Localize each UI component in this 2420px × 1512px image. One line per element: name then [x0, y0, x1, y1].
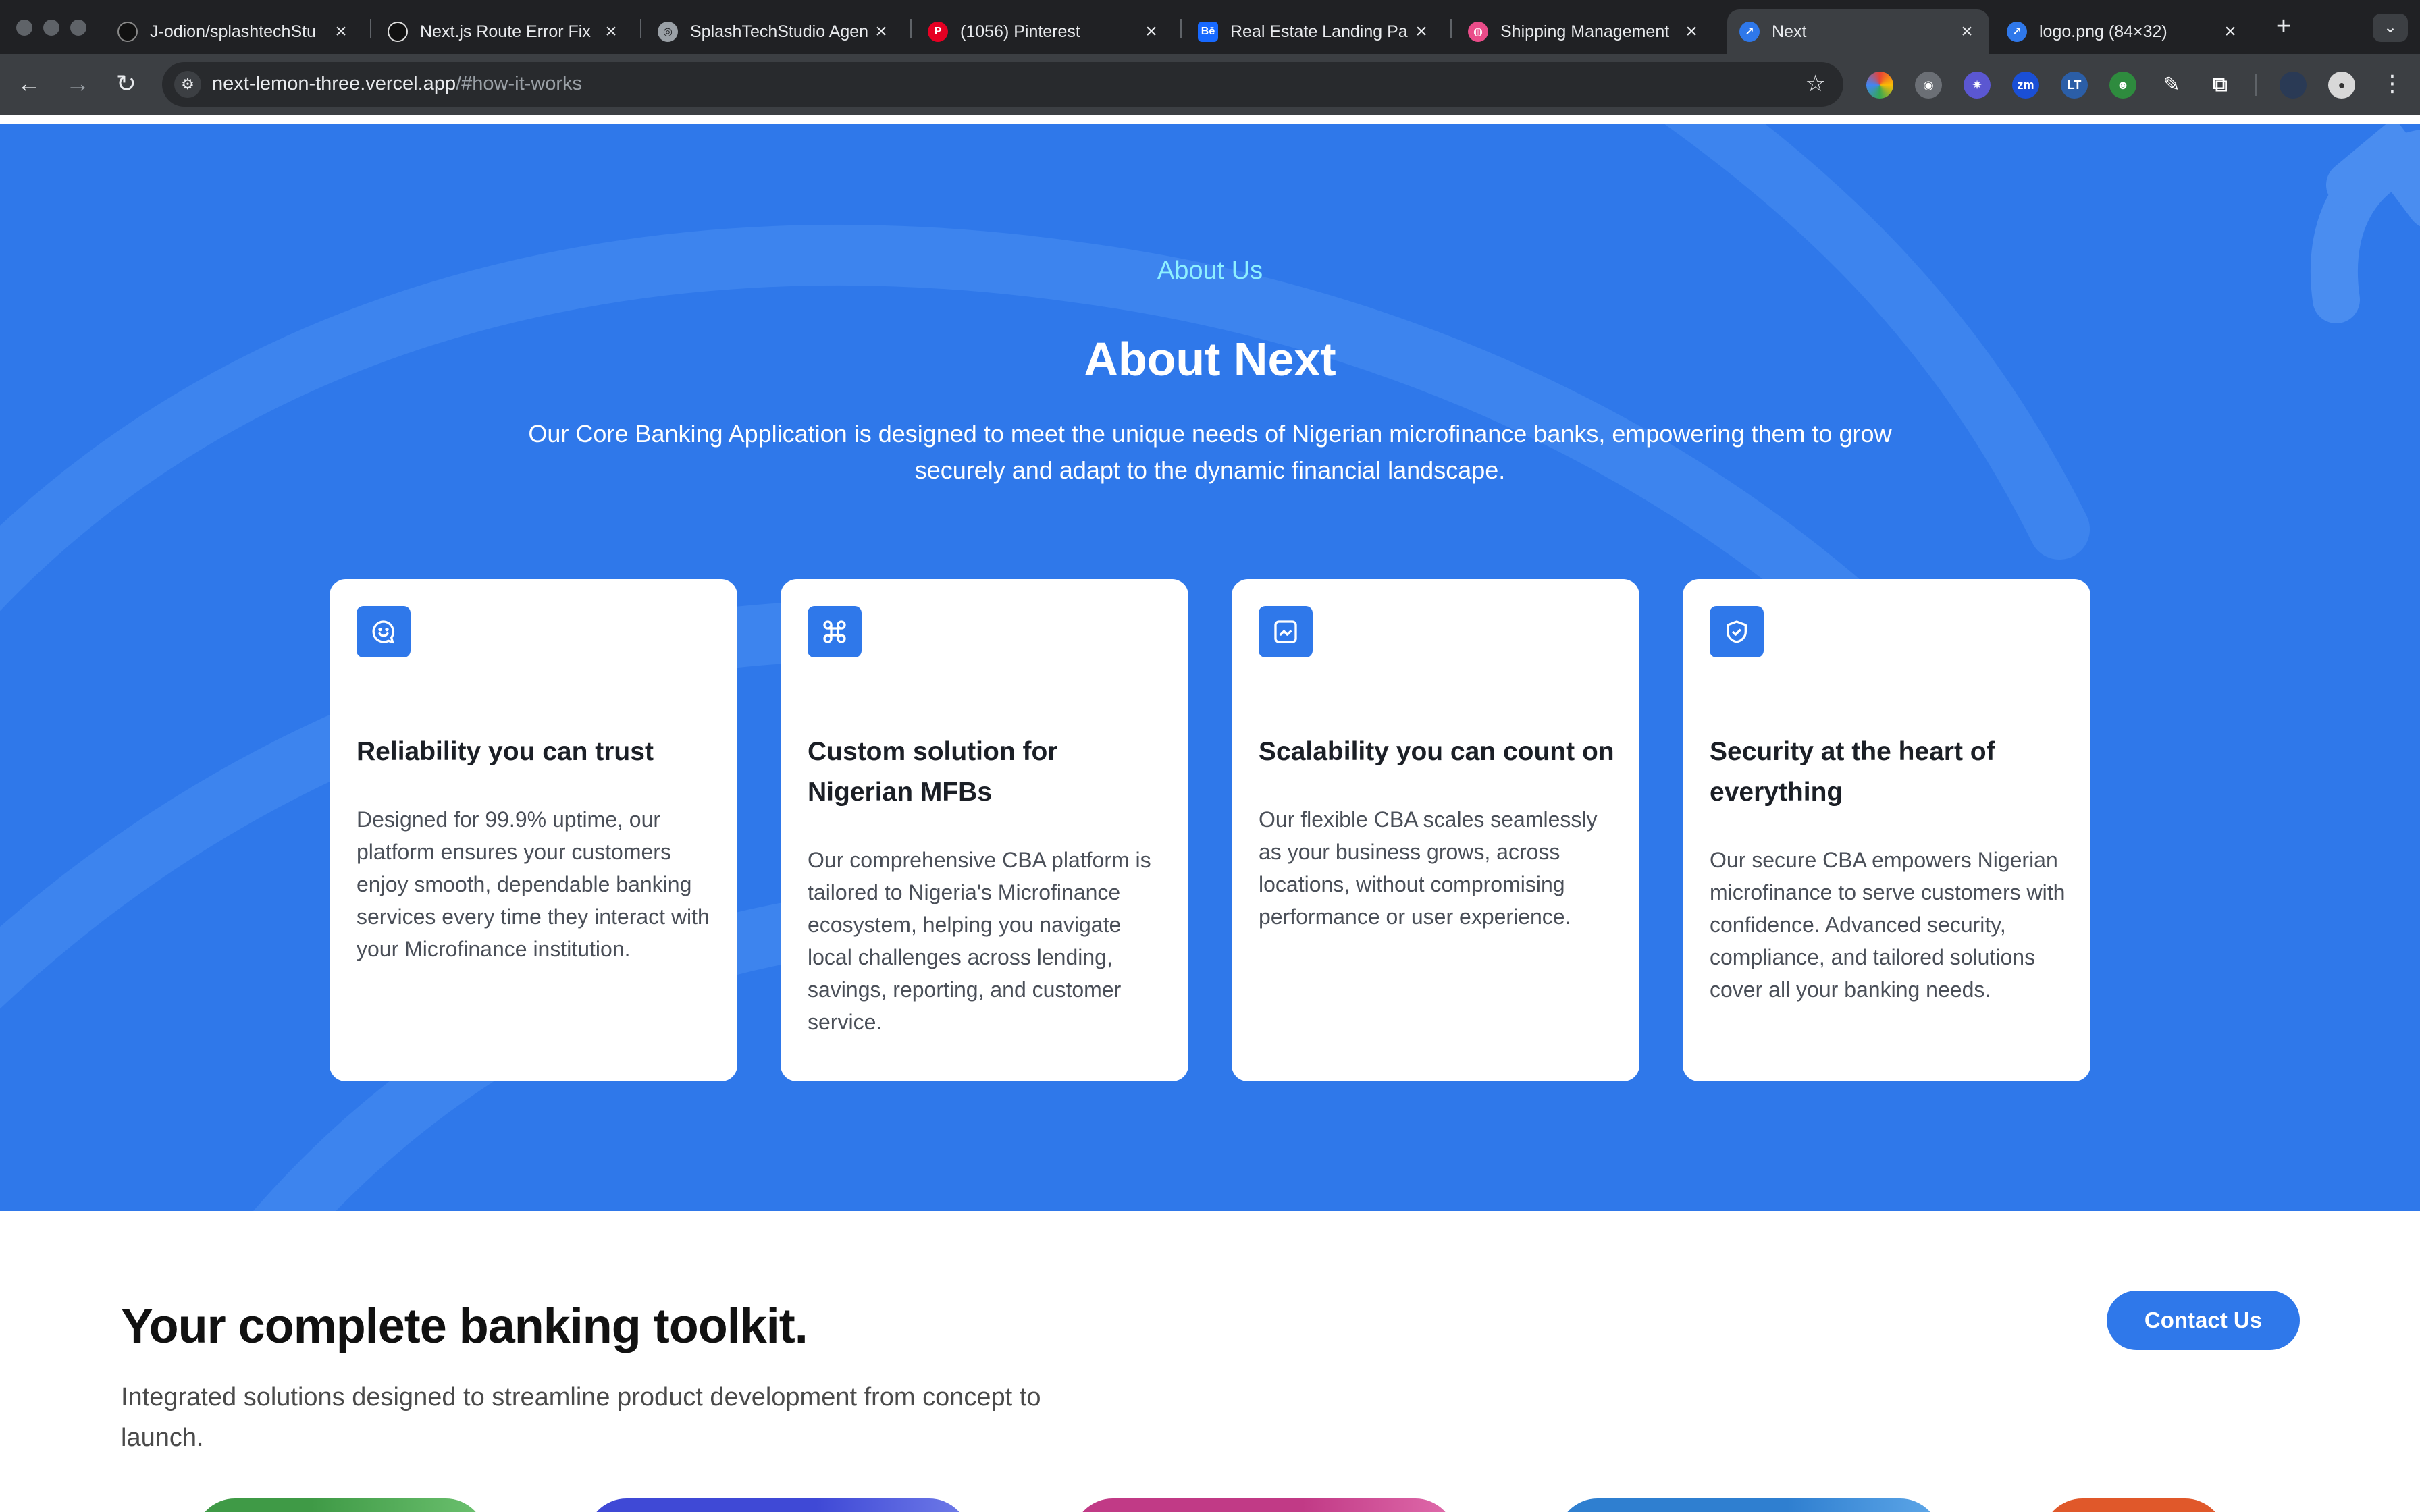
close-tab-icon[interactable]: × [331, 20, 351, 43]
toolbar-divider [2255, 74, 2257, 96]
chart-growth-icon [1259, 606, 1313, 657]
tab-title: Next.js Route Error Fix [420, 22, 591, 41]
tab-title: logo.png (84×32) [2039, 22, 2167, 41]
browser-tab[interactable]: ↗ logo.png (84×32) × [1995, 9, 2253, 54]
new-tab-button[interactable]: + [2269, 12, 2298, 42]
toolkit-card-preview[interactable] [1072, 1498, 1456, 1512]
dribbble-icon: ◍ [1468, 22, 1488, 42]
github-icon [117, 22, 138, 42]
card-title: Security at the heart of everything [1710, 737, 1995, 807]
lt-extension-icon[interactable]: LT [2061, 72, 2088, 99]
feature-card-custom-solution: Custom solution for Nigerian MFBs Our co… [781, 579, 1188, 1081]
tab-divider [640, 19, 641, 38]
avatar[interactable]: ● [2328, 72, 2355, 99]
browser-tab-active[interactable]: ↗ Next × [1727, 9, 1989, 54]
window-close-control[interactable] [16, 20, 32, 36]
robot-extension-icon[interactable]: ☻ [2109, 72, 2136, 99]
browser-tabstrip: J-odion/splashtechStu × Next.js Route Er… [0, 0, 2420, 54]
tab-title: SplashTechStudio Agen [690, 22, 869, 41]
chatgpt-icon [388, 22, 408, 42]
browser-tab[interactable]: P (1056) Pinterest × [916, 9, 1174, 54]
address-bar[interactable]: ⚙ next-lemon-three.vercel.app/#how-it-wo… [162, 62, 1843, 107]
card-text: Designed for 99.9% uptime, our platform … [357, 807, 710, 961]
card-text: Our flexible CBA scales seamlessly as yo… [1259, 807, 1598, 929]
close-tab-icon[interactable]: × [871, 20, 891, 43]
url-text[interactable]: next-lemon-three.vercel.app/#how-it-work… [212, 73, 582, 95]
window-minimize-control[interactable] [43, 20, 59, 36]
profile-badge-icon[interactable] [2280, 72, 2307, 99]
tab-title: (1056) Pinterest [960, 22, 1080, 41]
card-text: Our secure CBA empowers Nigerian microfi… [1710, 848, 2066, 1002]
browser-tab[interactable]: J-odion/splashtechStu × [105, 9, 363, 54]
tab-title: Shipping Management [1500, 22, 1670, 41]
section-title: About Next [1084, 333, 1336, 385]
url-path: /#how-it-works [456, 73, 583, 94]
toolkit-card-preview[interactable] [1557, 1498, 1941, 1512]
tab-divider [910, 19, 912, 38]
feature-card-security: Security at the heart of everything Our … [1683, 579, 2090, 1081]
close-tab-icon[interactable]: × [2220, 20, 2240, 43]
feature-card-reliability: Reliability you can trust Designed for 9… [330, 579, 737, 1081]
command-icon [808, 606, 862, 657]
tab-title: J-odion/splashtechStu [150, 22, 316, 41]
card-text: Our comprehensive CBA platform is tailor… [808, 848, 1151, 1034]
close-tab-icon[interactable]: × [1411, 20, 1431, 43]
behance-icon: Bē [1198, 22, 1218, 42]
window-zoom-control[interactable] [70, 20, 86, 36]
tab-divider [370, 19, 371, 38]
close-tab-icon[interactable]: × [1957, 20, 1977, 43]
toolkit-card-preview[interactable] [586, 1498, 970, 1512]
extensions-puzzle-icon[interactable]: ⧉ [2207, 72, 2234, 99]
toolkit-title: Your complete banking toolkit. [121, 1299, 808, 1353]
toolkit-description: Integrated solutions designed to streaml… [121, 1383, 1041, 1452]
globe-icon: ◎ [658, 22, 678, 42]
tab-divider [1180, 19, 1182, 38]
card-title: Scalability you can count on [1259, 737, 1614, 766]
tab-title: Next [1772, 22, 1807, 41]
next-logo-icon: ↗ [1739, 22, 1760, 42]
card-title: Reliability you can trust [357, 737, 654, 766]
site-settings-icon[interactable]: ⚙ [174, 71, 201, 98]
toolkit-card-preview[interactable] [2042, 1498, 2226, 1512]
browser-tab[interactable]: ◎ SplashTechStudio Agen × [646, 9, 903, 54]
color-picker-extension-icon[interactable] [1866, 72, 1893, 99]
eyedropper-icon[interactable]: ✎ [2158, 72, 2185, 99]
close-tab-icon[interactable]: × [1141, 20, 1161, 43]
browser-menu-icon[interactable]: ⋮ [2377, 69, 2408, 100]
forward-arrow-icon[interactable]: → [62, 69, 93, 100]
close-tab-icon[interactable]: × [1681, 20, 1702, 43]
section-description: Our Core Banking Application is designed… [528, 420, 1892, 484]
browser-tab[interactable]: Bē Real Estate Landing Pa × [1186, 9, 1444, 54]
bookmark-star-icon[interactable]: ☆ [1806, 70, 1826, 97]
tab-title: Real Estate Landing Pa [1230, 22, 1408, 41]
browser-toolbar: ← → ↻ ⚙ next-lemon-three.vercel.app/#how… [0, 54, 2420, 115]
camera-extension-icon[interactable]: ◉ [1915, 72, 1942, 99]
card-title: Custom solution for Nigerian MFBs [808, 737, 1058, 807]
url-host: next-lemon-three.vercel.app [212, 73, 456, 94]
gear-extension-icon[interactable]: ✷ [1964, 72, 1991, 99]
tab-divider [1450, 19, 1452, 38]
reload-icon[interactable]: ↻ [111, 69, 142, 100]
browser-tab[interactable]: ◍ Shipping Management × [1456, 9, 1714, 54]
browser-tab[interactable]: Next.js Route Error Fix × [375, 9, 633, 54]
contact-us-button[interactable]: Contact Us [2107, 1291, 2300, 1350]
shield-check-icon [1710, 606, 1764, 657]
toolkit-card-preview[interactable] [194, 1498, 486, 1512]
about-section: About Us About Next Our Core Banking App… [0, 124, 2420, 1211]
back-arrow-icon[interactable]: ← [14, 69, 45, 100]
chat-smile-icon [357, 606, 411, 657]
tab-search-button[interactable]: ⌄ [2373, 14, 2408, 42]
pinterest-icon: P [928, 22, 948, 42]
page-top-strip [0, 115, 2420, 124]
zoom-extension-icon[interactable]: zm [2012, 72, 2039, 99]
section-eyebrow: About Us [1157, 256, 1263, 285]
feature-card-scalability: Scalability you can count on Our flexibl… [1232, 579, 1639, 1081]
close-tab-icon[interactable]: × [601, 20, 621, 43]
next-logo-icon: ↗ [2007, 22, 2027, 42]
